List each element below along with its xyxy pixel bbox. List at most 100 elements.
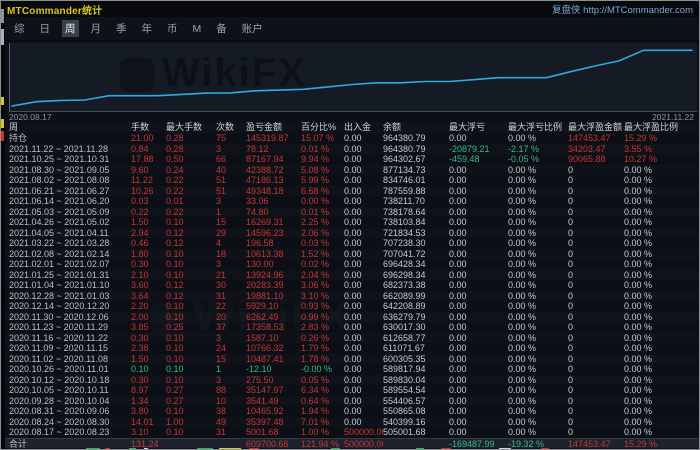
cell: 0: [568, 228, 624, 239]
cell: 0.00: [449, 364, 508, 375]
cell: 2.25 %: [301, 217, 344, 228]
menu-item-币[interactable]: 币: [164, 20, 181, 37]
column-header[interactable]: 余额: [383, 122, 449, 133]
table-row[interactable]: 2021.10.25 ~ 2021.10.3117.880.506687167.…: [1, 154, 700, 165]
menu-item-月[interactable]: 月: [88, 20, 105, 37]
column-header[interactable]: 最大浮盈比例: [624, 122, 700, 133]
column-header[interactable]: 周: [9, 122, 131, 133]
cell: 0.22: [166, 207, 216, 218]
table-row[interactable]: 2020.10.12 ~ 2020.10.180.300.103275.500.…: [1, 375, 700, 386]
cell: 0.00: [344, 228, 383, 239]
column-header[interactable]: 最大浮亏比例: [508, 122, 568, 133]
table-row[interactable]: 2021.04.26 ~ 2021.05.021.500.101516269.3…: [1, 217, 700, 228]
cell: 9.60: [131, 165, 166, 176]
cell: 2021.10.25 ~ 2021.10.31: [9, 154, 131, 165]
site-link[interactable]: 复盘侠 http://MTCommander.com: [552, 2, 693, 16]
table-row[interactable]: 2021.02.08 ~ 2021.02.141.800.101810613.3…: [1, 249, 700, 260]
column-header[interactable]: 盈亏金额: [246, 122, 301, 133]
table-row[interactable]: 2020.11.16 ~ 2020.11.220.300.1031587.100…: [1, 333, 700, 344]
cell: 2021.03.22 ~ 2021.03.28: [9, 238, 131, 249]
cell: 3.85: [131, 322, 166, 333]
menu-item-日[interactable]: 日: [37, 20, 54, 37]
table-row[interactable]: 2020.08.31 ~ 2020.09.063.800.103810465.9…: [1, 406, 700, 417]
cell: 707041.72: [383, 249, 449, 260]
table-row[interactable]: 2020.08.17 ~ 2020.08.233.100.10315001.68…: [1, 427, 700, 438]
table-row[interactable]: 2020.10.26 ~ 2020.11.010.100.101-12.10-0…: [1, 364, 700, 375]
cell: 1: [216, 207, 246, 218]
cell: 0.10: [166, 217, 216, 228]
table-row[interactable]: 2021.04.05 ~ 2021.04.112.940.122914596.2…: [1, 228, 700, 239]
cell: 2020.11.23 ~ 2020.11.29: [9, 322, 131, 333]
table-row[interactable]: 2021.03.22 ~ 2021.03.280.460.124196.580.…: [1, 238, 700, 249]
table-row[interactable]: 2021.01.25 ~ 2021.01.312.100.102113924.9…: [1, 270, 700, 281]
table-row[interactable]: 持仓21.000.2875145319.8715.07 %0.00964380.…: [1, 133, 700, 144]
table-row[interactable]: 2021.05.03 ~ 2021.05.090.220.22174.800.0…: [1, 207, 700, 218]
cell: 696428.34: [383, 259, 449, 270]
table-row[interactable]: 2020.12.28 ~ 2021.01.033.640.123119881.1…: [1, 291, 700, 302]
cell: 0.00: [344, 144, 383, 155]
column-header[interactable]: 最大手数: [166, 122, 216, 133]
cell: 505001.68: [383, 427, 449, 438]
cell: 17.88: [131, 154, 166, 165]
table-row[interactable]: 2020.09.28 ~ 2020.10.041.340.27103541.49…: [1, 396, 700, 407]
table-row[interactable]: 2020.11.23 ~ 2020.11.293.850.253717358.5…: [1, 322, 700, 333]
cell: 0.30: [131, 375, 166, 386]
column-header[interactable]: 次数: [216, 122, 246, 133]
cell: 0.00 %: [508, 417, 568, 428]
cell: 964380.79: [383, 144, 449, 155]
cell: 0.00 %: [508, 396, 568, 407]
menu-item-备[interactable]: 备: [213, 20, 230, 37]
menu-item-周[interactable]: 周: [62, 20, 79, 37]
cell: 15.29 %: [624, 439, 700, 449]
cell: 2021.06.21 ~ 2021.06.27: [9, 186, 131, 197]
cell: 721834.53: [383, 228, 449, 239]
cell: 1.78 %: [301, 354, 344, 365]
cell: 642208.89: [383, 301, 449, 312]
table-row[interactable]: 2021.11.22 ~ 2021.11.280.840.28378.120.0…: [1, 144, 700, 155]
table-row[interactable]: 2021.08.02 ~ 2021.08.0811.220.225147186.…: [1, 175, 700, 186]
menu-item-账户[interactable]: 账户: [239, 20, 266, 37]
cell: 0: [568, 165, 624, 176]
cell: 0.27: [166, 396, 216, 407]
menu-item-M[interactable]: M: [190, 22, 205, 36]
cell: 0.46: [131, 238, 166, 249]
cell: 0.30: [131, 259, 166, 270]
menu-item-季[interactable]: 季: [113, 20, 130, 37]
total-row[interactable]: 合计131.24609700.66121.94 %500000.00-16948…: [1, 438, 700, 449]
table-row[interactable]: 2021.01.04 ~ 2021.01.103.600.123020283.3…: [1, 280, 700, 291]
cell: 0.00: [344, 322, 383, 333]
table-row[interactable]: 2020.11.30 ~ 2020.12.062.000.10206262.49…: [1, 312, 700, 323]
cell: 0.00 %: [624, 427, 700, 438]
column-header[interactable]: 最大浮亏: [449, 122, 508, 133]
cell: 6.34 %: [301, 385, 344, 396]
cell: 0.30: [131, 333, 166, 344]
table-row[interactable]: 2020.11.09 ~ 2020.11.152.380.102410766.3…: [1, 343, 700, 354]
cell: 0.00: [449, 280, 508, 291]
menu-item-综[interactable]: 综: [11, 20, 28, 37]
menu-item-年[interactable]: 年: [139, 20, 156, 37]
cell: 0.00 %: [624, 217, 700, 228]
cell: 0.00 %: [508, 385, 568, 396]
cell: 0: [568, 396, 624, 407]
table-row[interactable]: 2021.06.21 ~ 2021.06.2710.260.225149348.…: [1, 186, 700, 197]
table-row[interactable]: 2021.02.01 ~ 2021.02.070.300.103130.000.…: [1, 259, 700, 270]
table-header-row: 周手数最大手数次数盈亏金额百分比%出入金余额最大浮亏最大浮亏比例最大浮盈金额最大…: [1, 122, 700, 133]
cell: 3: [216, 196, 246, 207]
column-header[interactable]: 手数: [131, 122, 166, 133]
chart-axis: 2020.08.17 2021.11.22: [9, 112, 697, 122]
cell: 24: [216, 343, 246, 354]
table-row[interactable]: 2020.10.05 ~ 2020.10.118.970.278835147.9…: [1, 385, 700, 396]
table-row[interactable]: 2021.06.14 ~ 2021.06.200.030.01333.060.0…: [1, 196, 700, 207]
column-header[interactable]: 出入金: [344, 122, 383, 133]
cell: 0.00: [449, 291, 508, 302]
table-row[interactable]: 2020.12.14 ~ 2020.12.202.200.10225929.10…: [1, 301, 700, 312]
column-header[interactable]: 百分比%: [301, 122, 344, 133]
table-row[interactable]: 2021.08.30 ~ 2021.09.059.600.244042388.7…: [1, 165, 700, 176]
cell: 0.00: [449, 312, 508, 323]
table-row[interactable]: 2020.08.24 ~ 2020.08.3014.011.004935397.…: [1, 417, 700, 428]
column-header[interactable]: 最大浮盈金额: [568, 122, 624, 133]
cell: 34203.47: [568, 144, 624, 155]
table-row[interactable]: 2020.11.02 ~ 2020.11.081.500.101510487.4…: [1, 354, 700, 365]
cell: 612658.77: [383, 333, 449, 344]
cell: 31: [216, 291, 246, 302]
